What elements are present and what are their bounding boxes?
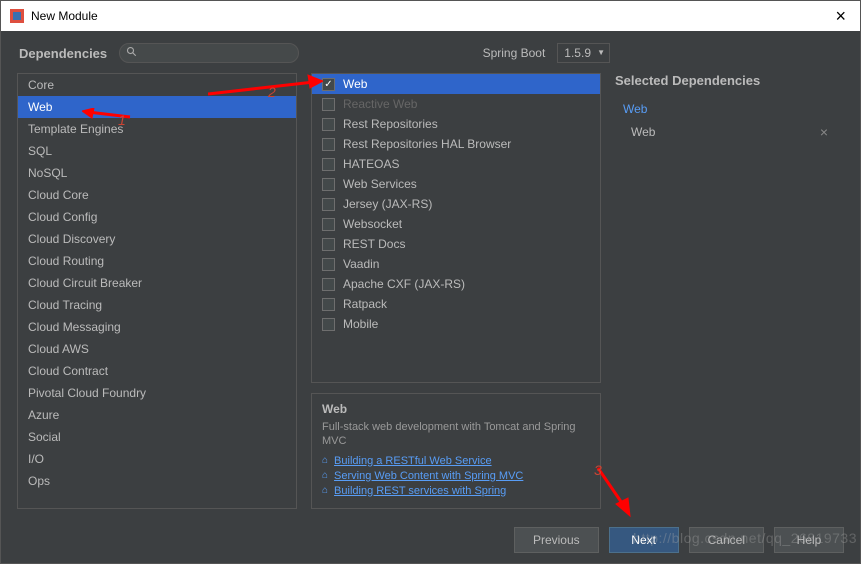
checkbox-icon[interactable] [322,278,335,291]
next-button[interactable]: Next [609,527,679,553]
dependency-item[interactable]: Web [312,74,600,94]
dependency-label: Ratpack [343,297,387,311]
title-bar: New Module × [1,1,860,31]
category-item[interactable]: Cloud Messaging [18,316,296,338]
remove-icon[interactable]: × [820,124,828,140]
checkbox-icon[interactable] [322,98,335,111]
home-icon: ⌂ [322,485,328,496]
dependency-label: Websocket [343,217,402,231]
checkbox-icon[interactable] [322,238,335,251]
detail-title: Web [322,402,590,416]
category-item[interactable]: Cloud Core [18,184,296,206]
dependency-item[interactable]: Apache CXF (JAX-RS) [312,274,600,294]
dependency-item[interactable]: Rest Repositories [312,114,600,134]
category-item[interactable]: I/O [18,448,296,470]
dependency-label: Web [343,77,367,91]
dependency-label: HATEOAS [343,157,399,171]
category-item[interactable]: Template Engines [18,118,296,140]
version-select[interactable]: 1.5.9 [557,43,610,63]
dependency-item[interactable]: Jersey (JAX-RS) [312,194,600,214]
category-item[interactable]: Social [18,426,296,448]
dependency-item[interactable]: Vaadin [312,254,600,274]
checkbox-icon[interactable] [322,318,335,331]
checkbox-icon[interactable] [322,178,335,191]
category-item[interactable]: Cloud Routing [18,250,296,272]
spring-boot-label: Spring Boot [483,46,546,60]
dependency-label: Web Services [343,177,417,191]
previous-button[interactable]: Previous [514,527,599,553]
guide-anchor[interactable]: Serving Web Content with Spring MVC [334,470,523,482]
dependency-item[interactable]: HATEOAS [312,154,600,174]
dependency-detail: Web Full-stack web development with Tomc… [311,393,601,509]
dependency-item[interactable]: Reactive Web [312,94,600,114]
checkbox-icon[interactable] [322,258,335,271]
home-icon: ⌂ [322,455,328,466]
category-item[interactable]: Cloud AWS [18,338,296,360]
category-item[interactable]: Ops [18,470,296,492]
selected-item: Web × [615,120,844,144]
dependency-item[interactable]: Web Services [312,174,600,194]
app-icon [9,8,25,24]
category-item[interactable]: Cloud Discovery [18,228,296,250]
close-icon[interactable]: × [829,6,852,27]
checkbox-icon[interactable] [322,138,335,151]
dependency-item[interactable]: Ratpack [312,294,600,314]
guide-anchor[interactable]: Building REST services with Spring [334,485,506,497]
checkbox-icon[interactable] [322,118,335,131]
dependency-label: Apache CXF (JAX-RS) [343,277,465,291]
dependency-label: Jersey (JAX-RS) [343,197,432,211]
dependencies-label: Dependencies [19,46,107,61]
dependency-label: Mobile [343,317,378,331]
dependency-item[interactable]: Mobile [312,314,600,334]
cancel-button[interactable]: Cancel [689,527,764,553]
search-input[interactable] [119,43,299,63]
version-value: 1.5.9 [564,46,591,60]
detail-description: Full-stack web development with Tomcat a… [322,420,590,449]
category-item[interactable]: Core [18,74,296,96]
category-item[interactable]: Cloud Circuit Breaker [18,272,296,294]
dependency-label: Vaadin [343,257,379,271]
category-item[interactable]: Pivotal Cloud Foundry [18,382,296,404]
category-item[interactable]: SQL [18,140,296,162]
checkbox-icon[interactable] [322,198,335,211]
category-item[interactable]: Cloud Contract [18,360,296,382]
home-icon: ⌂ [322,470,328,481]
dependency-label: REST Docs [343,237,405,251]
selected-category: Web [615,98,844,120]
dependency-list[interactable]: Web Reactive Web Rest Repositories Rest Rep… [311,73,601,383]
selected-item-label: Web [631,125,655,139]
dependency-item[interactable]: REST Docs [312,234,600,254]
button-row: Previous Next Cancel Help [1,517,860,563]
dependency-label: Reactive Web [343,97,417,111]
window-title: New Module [31,9,98,23]
category-item[interactable]: Cloud Tracing [18,294,296,316]
dependency-item[interactable]: Websocket [312,214,600,234]
dependency-label: Rest Repositories [343,117,438,131]
guide-link: ⌂ Building a RESTful Web Service [322,455,590,467]
category-item[interactable]: NoSQL [18,162,296,184]
search-icon [126,46,138,61]
category-list[interactable]: CoreWebTemplate EnginesSQLNoSQLCloud Cor… [17,73,297,509]
checkbox-icon[interactable] [322,298,335,311]
category-item[interactable]: Azure [18,404,296,426]
category-item[interactable]: Cloud Config [18,206,296,228]
dependency-item[interactable]: Rest Repositories HAL Browser [312,134,600,154]
checkbox-icon[interactable] [322,158,335,171]
guide-link: ⌂ Serving Web Content with Spring MVC [322,470,590,482]
guide-link: ⌂ Building REST services with Spring [322,485,590,497]
guide-anchor[interactable]: Building a RESTful Web Service [334,455,492,467]
help-button[interactable]: Help [774,527,844,553]
checkbox-icon[interactable] [322,78,335,91]
checkbox-icon[interactable] [322,218,335,231]
selected-dependencies-header: Selected Dependencies [615,73,844,98]
category-item[interactable]: Web [18,96,296,118]
dependency-label: Rest Repositories HAL Browser [343,137,511,151]
